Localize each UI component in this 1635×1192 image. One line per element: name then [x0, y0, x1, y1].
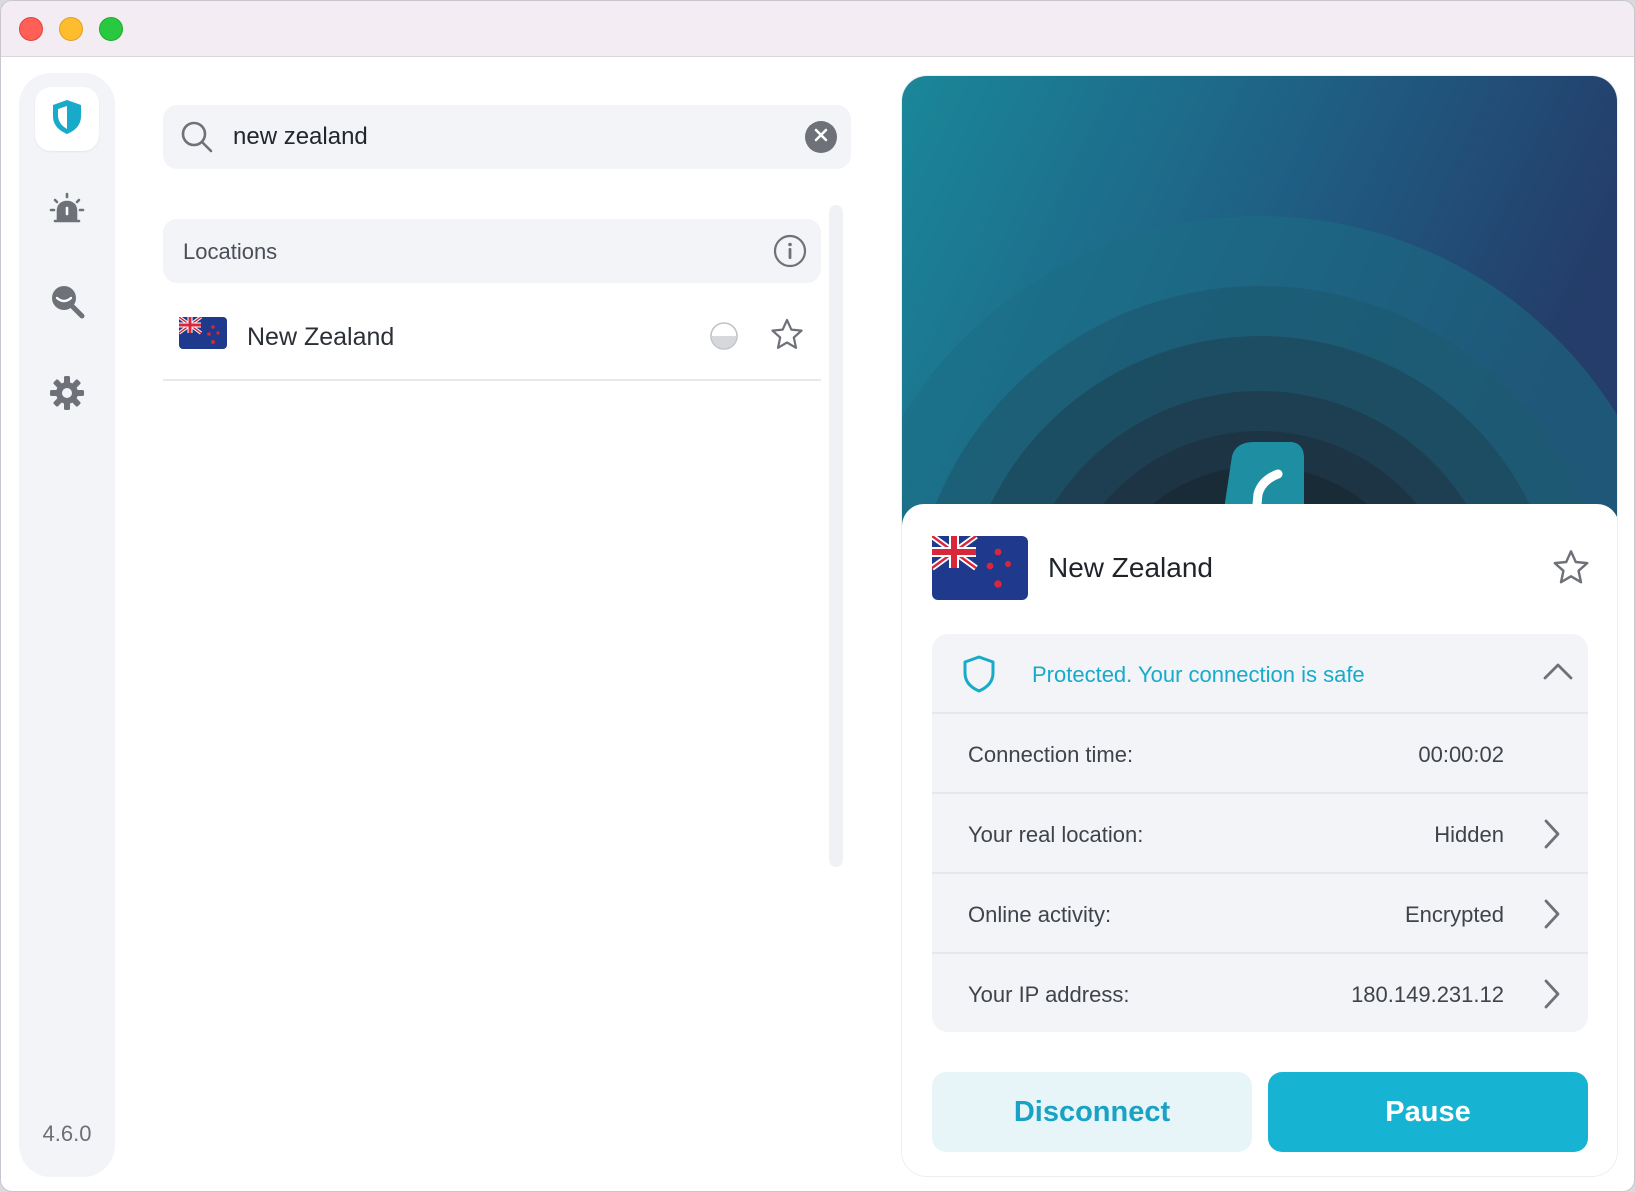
alert-siren-icon: [49, 191, 85, 232]
clear-search-button[interactable]: [805, 121, 837, 153]
sidebar-item-search[interactable]: [35, 271, 99, 335]
info-row-real-location[interactable]: Your real location: Hidden: [932, 794, 1588, 874]
pause-button[interactable]: Pause: [1268, 1072, 1588, 1152]
info-label: Connection time:: [968, 742, 1134, 767]
info-label: Your IP address:: [968, 982, 1130, 1007]
location-list-scrollbar[interactable]: [829, 205, 843, 867]
favorite-star-icon[interactable]: [1551, 548, 1591, 593]
info-value: Hidden: [1434, 822, 1504, 847]
info-row-online-activity[interactable]: Online activity: Encrypted: [932, 874, 1588, 954]
info-value: 00:00:02: [1418, 742, 1504, 767]
search-input[interactable]: [233, 115, 753, 159]
connection-card: New Zealand Protected. Your connection i…: [902, 504, 1617, 1176]
location-item[interactable]: New Zealand: [163, 299, 821, 381]
close-icon: [813, 127, 829, 148]
locations-header: Locations: [163, 219, 821, 283]
close-window-button[interactable]: [19, 17, 43, 41]
info-value: Encrypted: [1404, 902, 1504, 927]
sidebar-item-alert[interactable]: [35, 179, 99, 243]
info-icon[interactable]: [773, 234, 807, 273]
chevron-right-icon[interactable]: [1542, 978, 1562, 1015]
info-row-ip-address[interactable]: Your IP address: 180.149.231.12: [932, 954, 1588, 1032]
app-version: 4.6.0: [42, 1121, 92, 1146]
sidebar-item-vpn[interactable]: [35, 87, 99, 151]
search-icon: [179, 119, 215, 160]
connection-panel: New Zealand Protected. Your connection i…: [901, 75, 1618, 1177]
status-text: Protected. Your connection is safe: [1032, 662, 1365, 687]
info-row-connection-time: Connection time: 00:00:02: [932, 714, 1588, 794]
chevron-up-icon[interactable]: [1542, 660, 1574, 689]
search-eye-icon: [49, 283, 85, 324]
info-label: Your real location:: [968, 822, 1144, 847]
chevron-right-icon[interactable]: [1542, 818, 1562, 855]
status-header[interactable]: Protected. Your connection is safe: [932, 634, 1588, 714]
chevron-right-icon[interactable]: [1542, 898, 1562, 935]
nz-flag-icon: [930, 533, 1028, 605]
info-value: 180.149.231.12: [1351, 982, 1504, 1007]
locations-header-label: Locations: [183, 239, 278, 264]
shield-outline-icon: [962, 654, 996, 699]
gear-icon: [49, 375, 85, 416]
title-bar: [1, 1, 1634, 57]
info-label: Online activity:: [968, 902, 1112, 927]
server-load-icon: [709, 321, 739, 356]
sidebar-item-settings[interactable]: [35, 363, 99, 427]
minimize-window-button[interactable]: [59, 17, 83, 41]
connection-hero-graphic: [902, 76, 1617, 536]
location-name: New Zealand: [247, 323, 395, 351]
connected-country-name: New Zealand: [1048, 552, 1213, 583]
disconnect-button[interactable]: Disconnect: [932, 1072, 1252, 1152]
zoom-window-button[interactable]: [99, 17, 123, 41]
nz-flag-icon: [178, 315, 227, 354]
connection-status-box: Protected. Your connection is safe Conne…: [932, 634, 1588, 1032]
favorite-star-icon[interactable]: [769, 317, 805, 358]
sidebar: 4.6.0: [19, 73, 115, 1177]
search-bar: [163, 105, 851, 169]
app-window: 4.6.0 Locations: [0, 0, 1635, 1192]
shield-icon: [50, 98, 84, 141]
